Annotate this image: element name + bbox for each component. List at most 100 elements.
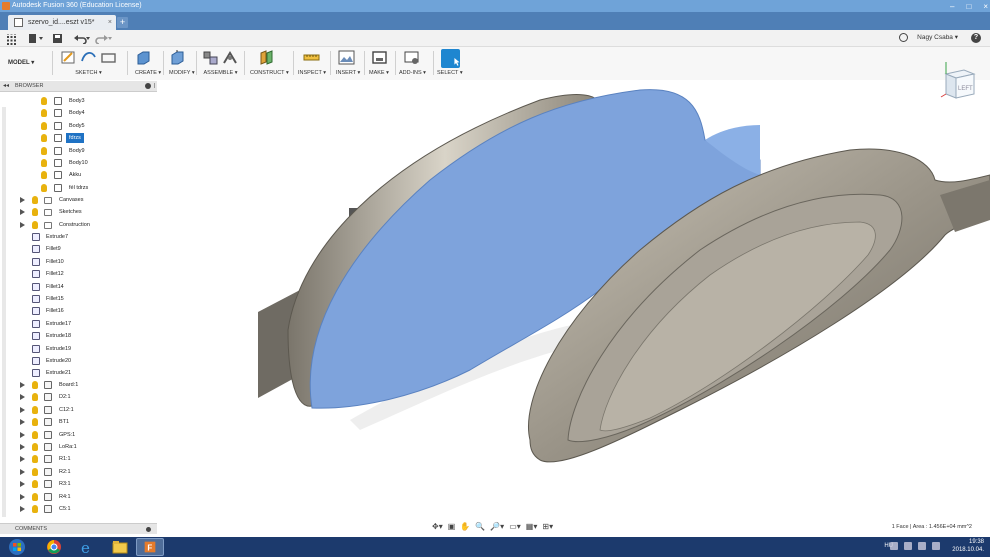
expand-arrow-icon[interactable] bbox=[20, 444, 25, 450]
browser-feature-item[interactable]: Extrude20 bbox=[0, 355, 150, 367]
visibility-bulb-icon[interactable] bbox=[32, 220, 38, 229]
fit-icon[interactable]: 🔎▾ bbox=[490, 522, 504, 534]
rectangle-icon[interactable] bbox=[100, 49, 117, 66]
sketch-group[interactable]: SKETCH ▾ bbox=[60, 49, 117, 79]
browser-feature-item[interactable]: Extrude19 bbox=[0, 343, 150, 355]
browser-occurrence-item[interactable]: GPS:1 bbox=[0, 429, 150, 441]
data-panel-grid-icon[interactable] bbox=[7, 34, 16, 45]
expand-arrow-icon[interactable] bbox=[20, 221, 25, 228]
visibility-bulb-icon[interactable] bbox=[32, 443, 38, 451]
browser-occurrence-item[interactable]: R3:1 bbox=[0, 478, 150, 490]
expand-arrow-icon[interactable] bbox=[20, 493, 25, 500]
chrome-taskbar-icon[interactable] bbox=[40, 538, 68, 556]
visibility-bulb-icon[interactable] bbox=[41, 159, 47, 167]
visibility-bulb-icon[interactable] bbox=[32, 430, 38, 439]
browser-occurrence-item[interactable]: Board:1 bbox=[0, 379, 150, 391]
windows-start-icon[interactable] bbox=[3, 538, 31, 556]
insert-image-icon[interactable] bbox=[338, 49, 355, 66]
visibility-bulb-icon[interactable] bbox=[41, 97, 47, 105]
add-ins-group[interactable]: ADD-INS ▾ bbox=[399, 49, 426, 79]
browser-feature-item[interactable]: Extrude21 bbox=[0, 367, 150, 379]
browser-panel-header[interactable]: ◂◂ BROWSER | bbox=[0, 81, 157, 92]
browser-body-item[interactable]: fdrzs bbox=[0, 132, 150, 144]
browser-body-item[interactable]: fél tdrzs bbox=[0, 182, 150, 194]
expand-arrow-icon[interactable] bbox=[20, 197, 25, 203]
visibility-bulb-icon[interactable] bbox=[32, 196, 38, 204]
3d-print-icon[interactable] bbox=[371, 49, 388, 66]
browser-feature-item[interactable]: Extrude17 bbox=[0, 318, 150, 330]
comments-options-icon[interactable] bbox=[146, 527, 151, 532]
create-menu-label[interactable]: CREATE ▾ bbox=[135, 70, 161, 76]
tray-flag-icon[interactable] bbox=[904, 542, 912, 550]
make-group[interactable]: MAKE ▾ bbox=[369, 49, 389, 79]
assemble-menu-label[interactable]: ASSEMBLE ▾ bbox=[202, 70, 239, 76]
browser-feature-item[interactable]: Fillet14 bbox=[0, 281, 150, 293]
viewcube[interactable]: LEFT bbox=[940, 60, 980, 100]
inspect-group[interactable]: INSPECT ▾ bbox=[298, 49, 326, 79]
file-explorer-taskbar-icon[interactable] bbox=[106, 538, 134, 556]
select-cursor-icon[interactable] bbox=[441, 49, 460, 68]
browser-occurrence-item[interactable]: R4:1 bbox=[0, 491, 150, 503]
grid-settings-icon[interactable]: ▦▾ bbox=[526, 522, 538, 534]
browser-occurrence-item[interactable]: BT1 bbox=[0, 416, 150, 428]
expand-arrow-icon[interactable] bbox=[20, 468, 25, 475]
job-status-clock-icon[interactable] bbox=[899, 33, 908, 42]
visibility-bulb-icon[interactable] bbox=[32, 505, 38, 513]
viewports-icon[interactable]: ⊞▾ bbox=[542, 522, 553, 534]
browser-feature-item[interactable]: Fillet12 bbox=[0, 268, 150, 280]
browser-occurrence-item[interactable]: C5:1 bbox=[0, 503, 150, 515]
browser-occurrence-item[interactable]: LoRa:1 bbox=[0, 441, 150, 453]
tray-arrow-icon[interactable] bbox=[890, 542, 898, 550]
workspace-switcher[interactable]: MODEL ▾ bbox=[8, 56, 48, 70]
visibility-bulb-icon[interactable] bbox=[41, 121, 47, 130]
construct-group[interactable]: CONSTRUCT ▾ bbox=[250, 49, 289, 79]
tab-close-icon[interactable]: × bbox=[108, 15, 112, 30]
construct-menu-label[interactable]: CONSTRUCT ▾ bbox=[250, 70, 289, 76]
collapse-browser-icon[interactable]: ◂◂ bbox=[3, 81, 9, 92]
browser-options-icon[interactable] bbox=[145, 83, 151, 89]
create-group[interactable]: CREATE ▾ bbox=[135, 49, 161, 79]
browser-body-item[interactable]: Body9 bbox=[0, 145, 150, 157]
browser-body-item[interactable]: Akku bbox=[0, 169, 150, 181]
tray-network-icon[interactable] bbox=[918, 542, 926, 550]
visibility-bulb-icon[interactable] bbox=[32, 208, 38, 217]
look-at-icon[interactable]: ▣ bbox=[448, 522, 456, 534]
visibility-bulb-icon[interactable] bbox=[32, 480, 38, 489]
arc-icon[interactable] bbox=[80, 49, 97, 66]
insert-group[interactable]: INSERT ▾ bbox=[336, 49, 360, 79]
measure-icon[interactable] bbox=[303, 49, 320, 66]
select-group[interactable]: SELECT ▾ bbox=[437, 49, 463, 79]
browser-feature-item[interactable]: Fillet9 bbox=[0, 243, 150, 255]
browser-feature-item[interactable]: Fillet16 bbox=[0, 305, 150, 317]
select-menu-label[interactable]: SELECT ▾ bbox=[437, 70, 463, 76]
new-tab-button[interactable]: + bbox=[117, 17, 128, 28]
scripts-addins-icon[interactable] bbox=[403, 49, 420, 66]
browser-folder-item[interactable]: Construction bbox=[0, 219, 150, 231]
expand-arrow-icon[interactable] bbox=[20, 406, 25, 413]
visibility-bulb-icon[interactable] bbox=[41, 109, 47, 118]
insert-menu-label[interactable]: INSERT ▾ bbox=[336, 70, 360, 76]
expand-arrow-icon[interactable] bbox=[20, 209, 25, 216]
visibility-bulb-icon[interactable] bbox=[32, 405, 38, 414]
expand-arrow-icon[interactable] bbox=[20, 419, 25, 426]
modify-group[interactable]: MODIFY ▾ bbox=[169, 49, 195, 79]
browser-feature-item[interactable]: Extrude7 bbox=[0, 231, 150, 243]
sketch-menu-label[interactable]: SKETCH ▾ bbox=[60, 70, 117, 76]
browser-occurrence-item[interactable]: C12:1 bbox=[0, 404, 150, 416]
expand-arrow-icon[interactable] bbox=[20, 456, 25, 463]
redo-icon[interactable] bbox=[95, 33, 113, 44]
visibility-bulb-icon[interactable] bbox=[32, 381, 38, 389]
add-ins-menu-label[interactable]: ADD-INS ▾ bbox=[399, 70, 426, 76]
create-sketch-icon[interactable] bbox=[60, 49, 77, 66]
visibility-bulb-icon[interactable] bbox=[32, 492, 38, 501]
browser-occurrence-item[interactable]: R1:1 bbox=[0, 453, 150, 465]
expand-arrow-icon[interactable] bbox=[20, 431, 25, 438]
visibility-bulb-icon[interactable] bbox=[32, 467, 38, 476]
press-pull-icon[interactable] bbox=[169, 49, 186, 66]
tray-clock[interactable]: 19:38 2018.10.04. bbox=[952, 538, 984, 554]
browser-feature-item[interactable]: Extrude18 bbox=[0, 330, 150, 342]
visibility-bulb-icon[interactable] bbox=[41, 146, 47, 155]
new-component-icon[interactable] bbox=[202, 49, 219, 66]
modify-menu-label[interactable]: MODIFY ▾ bbox=[169, 70, 195, 76]
visibility-bulb-icon[interactable] bbox=[41, 134, 47, 143]
